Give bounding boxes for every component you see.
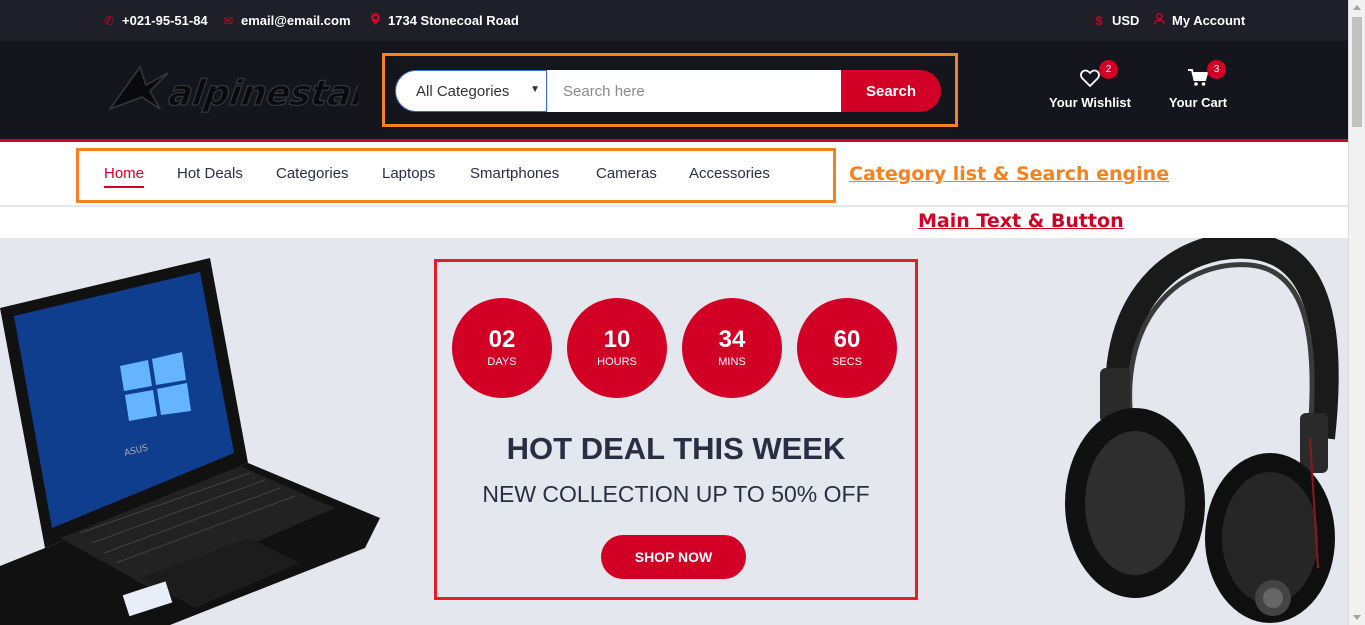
countdown-days-unit: DAYS <box>487 356 517 368</box>
main-navigation: Home Hot Deals Categories Laptops Smartp… <box>0 144 1348 232</box>
heart-icon: 2 <box>1080 60 1118 91</box>
phone-icon: ✆ <box>103 13 115 28</box>
hot-deal-hero: ASUS 02 DAYS 10 HOURS 34 MINS 60 SECS HO… <box>0 238 1348 625</box>
alpinestars-logo[interactable]: alpinestars <box>102 59 358 117</box>
category-select-value: All Categories <box>416 82 510 100</box>
nav-item-smartphones[interactable]: Smartphones <box>470 165 559 182</box>
logo-text: alpinestars <box>166 73 358 114</box>
wishlist-link[interactable]: 2 Your Wishlist <box>1048 60 1132 110</box>
search-form: All Categories ▼ Search <box>395 70 941 112</box>
scroll-down-arrow-icon[interactable] <box>1353 615 1361 620</box>
countdown-secs-unit: SECS <box>832 356 862 368</box>
wishlist-label: Your Wishlist <box>1049 95 1131 110</box>
countdown-mins-unit: MINS <box>718 356 746 368</box>
hot-deal-subtitle: NEW COLLECTION UP TO 50% OFF <box>482 481 870 507</box>
address-text: 1734 Stonecoal Road <box>388 13 519 28</box>
search-button[interactable]: Search <box>841 70 941 112</box>
nav-item-hot-deals[interactable]: Hot Deals <box>177 165 243 182</box>
shopping-cart-icon: 3 <box>1188 60 1226 91</box>
address-link[interactable]: 1734 Stonecoal Road <box>369 13 519 28</box>
countdown-secs: 60 SECS <box>797 298 897 398</box>
countdown-hours-value: 10 <box>603 326 631 353</box>
nav-item-home[interactable]: Home <box>104 165 145 188</box>
page-scrollbar[interactable] <box>1348 0 1365 625</box>
currency-text: USD <box>1112 13 1140 28</box>
headphones-image <box>1065 238 1339 623</box>
chevron-down-icon: ▼ <box>530 84 540 95</box>
header: alpinestars All Categories ▼ Search 2 Yo… <box>0 41 1348 142</box>
laptop-image: ASUS <box>0 258 380 625</box>
shop-now-button[interactable]: SHOP NOW <box>601 535 746 579</box>
my-account-text: My Account <box>1172 13 1246 28</box>
phone-text: +021-95-51-84 <box>122 13 208 28</box>
countdown-hours: 10 HOURS <box>567 298 667 398</box>
scrollbar-thumb[interactable] <box>1352 17 1362 127</box>
user-icon <box>1153 13 1165 28</box>
search-input[interactable] <box>547 70 841 112</box>
dollar-icon: $ <box>1095 13 1103 28</box>
countdown-days: 02 DAYS <box>452 298 552 398</box>
phone-link[interactable]: ✆ +021-95-51-84 <box>103 13 208 28</box>
envelope-icon: ✉ <box>222 13 234 28</box>
cart-label: Your Cart <box>1168 95 1228 110</box>
map-marker-icon <box>369 13 381 28</box>
nav-item-cameras[interactable]: Cameras <box>596 165 657 182</box>
annotation-main-text: Main Text & Button <box>918 210 1124 232</box>
countdown-hours-unit: HOURS <box>597 356 637 368</box>
countdown-mins: 34 MINS <box>682 298 782 398</box>
top-bar: ✆ +021-95-51-84 ✉ email@email.com 1734 S… <box>0 0 1348 41</box>
cart-link[interactable]: 3 Your Cart <box>1166 60 1230 110</box>
hot-deal-title: HOT DEAL THIS WEEK <box>506 431 846 466</box>
email-text: email@email.com <box>241 13 351 28</box>
email-link[interactable]: ✉ email@email.com <box>222 13 351 28</box>
countdown-secs-value: 60 <box>833 326 861 353</box>
my-account-link[interactable]: My Account <box>1153 13 1245 28</box>
nav-item-accessories[interactable]: Accessories <box>689 165 770 182</box>
countdown-days-value: 02 <box>488 326 516 353</box>
countdown-mins-value: 34 <box>718 326 746 353</box>
nav-item-laptops[interactable]: Laptops <box>382 165 435 182</box>
cart-count-badge: 3 <box>1207 60 1226 79</box>
nav-item-categories[interactable]: Categories <box>276 165 349 182</box>
wishlist-count-badge: 2 <box>1099 60 1118 79</box>
scroll-up-arrow-icon[interactable] <box>1353 5 1361 10</box>
category-select[interactable]: All Categories ▼ <box>395 70 547 112</box>
currency-selector[interactable]: $ USD <box>1093 13 1140 28</box>
annotation-category-search: Category list & Search engine <box>849 163 1170 185</box>
countdown-timer: 02 DAYS 10 HOURS 34 MINS 60 SECS <box>452 298 897 398</box>
